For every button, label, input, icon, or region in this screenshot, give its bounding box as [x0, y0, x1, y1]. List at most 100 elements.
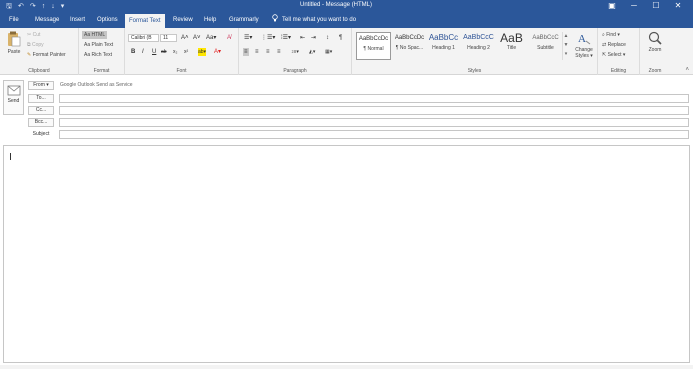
- shading-button[interactable]: ◭▾: [309, 48, 315, 56]
- save-icon[interactable]: 🖫: [6, 1, 12, 12]
- minimize-icon[interactable]: ─: [623, 0, 645, 13]
- style-no-spacing[interactable]: AaBbCcDc ¶ No Spac...: [392, 32, 427, 60]
- tab-options[interactable]: Options: [97, 13, 118, 28]
- tab-help[interactable]: Help: [204, 13, 216, 28]
- gallery-more-icon[interactable]: ▾: [563, 50, 569, 59]
- status-strip: [0, 365, 693, 369]
- justify-button[interactable]: ≡: [277, 48, 281, 56]
- style-title-preview: AaB: [500, 32, 523, 44]
- multilevel-list-button[interactable]: ⁞☰▾: [281, 34, 291, 42]
- send-label: Send: [7, 98, 20, 104]
- style-subtitle[interactable]: AaBbCcC Subtitle: [528, 32, 563, 60]
- tab-file[interactable]: File: [9, 13, 19, 28]
- style-normal-name: ¶ Normal: [363, 46, 384, 52]
- show-marks-button[interactable]: ¶: [339, 34, 342, 42]
- style-heading-2-preview: AaBbCcC: [463, 34, 494, 41]
- grow-font-button[interactable]: A˄: [181, 34, 189, 42]
- paste-label: Paste: [7, 49, 21, 55]
- increase-indent-button[interactable]: ⇥: [311, 34, 316, 42]
- tab-insert[interactable]: Insert: [70, 13, 85, 28]
- underline-button[interactable]: U: [152, 48, 156, 56]
- find-label: Find ▾: [606, 32, 620, 38]
- shrink-font-button[interactable]: A˅: [193, 34, 201, 42]
- customize-qat-icon[interactable]: ▾: [61, 1, 65, 12]
- font-group-label: Font: [176, 68, 187, 74]
- style-heading-2[interactable]: AaBbCcC Heading 2: [461, 32, 496, 60]
- send-icon: [7, 85, 20, 96]
- editing-group-label: Editing: [610, 68, 627, 74]
- style-heading-1[interactable]: AaBbCc Heading 1: [426, 32, 461, 60]
- line-spacing-button[interactable]: ↕≡▾: [291, 48, 299, 56]
- clear-formatting-button[interactable]: A̸: [227, 34, 231, 42]
- change-case-button[interactable]: Aa▾: [206, 34, 216, 42]
- arrow-down-icon[interactable]: ↓: [51, 1, 55, 12]
- paste-icon: [8, 31, 21, 47]
- sort-button[interactable]: ↕: [326, 34, 329, 42]
- change-styles-button[interactable]: A Change Styles ▾: [571, 31, 597, 59]
- message-body[interactable]: [3, 145, 690, 363]
- font-name-combo[interactable]: Calibri (B: [128, 34, 159, 42]
- tab-message[interactable]: Message: [35, 13, 59, 28]
- redo-icon[interactable]: ↷: [30, 1, 36, 12]
- decrease-indent-button[interactable]: ⇤: [300, 34, 305, 42]
- undo-icon[interactable]: ↶: [18, 1, 24, 12]
- bold-button[interactable]: B: [131, 48, 135, 56]
- font-color-button[interactable]: A▾: [214, 48, 221, 56]
- plain-text-button[interactable]: Aa Plain Text: [84, 41, 113, 49]
- maximize-icon[interactable]: ☐: [645, 0, 667, 13]
- tell-me-text: Tell me what you want to do: [282, 17, 357, 23]
- select-button[interactable]: ⇱ Select ▾: [602, 51, 625, 59]
- to-button[interactable]: To...: [28, 94, 54, 103]
- tab-grammarly[interactable]: Grammarly: [229, 13, 259, 28]
- bcc-button[interactable]: Bcc...: [28, 118, 54, 127]
- font-group: Calibri (B 11 A˄ A˅ Aa▾ A̸ B I U ab x₂ x…: [125, 28, 239, 75]
- bcc-field[interactable]: [59, 118, 689, 127]
- gallery-up-icon[interactable]: ▲: [563, 32, 569, 41]
- styles-gallery-scroll[interactable]: ▲ ▼ ▾: [562, 32, 569, 60]
- subscript-button[interactable]: x₂: [173, 48, 177, 56]
- collapse-ribbon-icon[interactable]: ˄: [685, 67, 689, 73]
- style-no-spacing-name: ¶ No Spac...: [395, 45, 424, 51]
- format-painter-button[interactable]: ✎ Format Painter: [27, 51, 66, 59]
- subject-field[interactable]: [59, 130, 689, 139]
- paragraph-group-label: Paragraph: [283, 68, 307, 74]
- rich-text-button[interactable]: Aa Rich Text: [84, 51, 112, 59]
- cc-field[interactable]: [59, 106, 689, 115]
- to-field[interactable]: [59, 94, 689, 103]
- font-size-combo[interactable]: 11: [160, 34, 177, 42]
- paste-button[interactable]: Paste: [4, 31, 24, 55]
- arrow-up-icon[interactable]: ↑: [42, 1, 46, 12]
- bullets-button[interactable]: ☰▾: [244, 34, 252, 42]
- align-left-button[interactable]: ≡: [243, 48, 249, 56]
- align-center-button[interactable]: ≡: [255, 48, 259, 56]
- close-icon[interactable]: ✕: [667, 0, 689, 13]
- tab-review[interactable]: Review: [173, 13, 193, 28]
- cut-button[interactable]: ✂ Cut: [27, 31, 40, 39]
- style-title-name: Title: [506, 45, 517, 51]
- highlight-button[interactable]: ab▾: [198, 48, 207, 56]
- svg-text:A: A: [578, 33, 586, 45]
- ribbon-tabs: File Message Insert Options Format Text …: [0, 13, 693, 28]
- superscript-button[interactable]: x²: [184, 48, 188, 56]
- find-button[interactable]: ⌕ Find ▾: [602, 31, 620, 39]
- replace-button[interactable]: ⇄ Replace: [602, 41, 626, 49]
- zoom-button[interactable]: Zoom: [643, 31, 667, 53]
- style-normal[interactable]: AaBbCcDc ¶ Normal: [356, 32, 391, 60]
- copy-button[interactable]: ⧉ Copy: [27, 41, 44, 49]
- tab-format-text[interactable]: Format Text: [125, 14, 165, 28]
- html-format-button[interactable]: Aa HTML: [82, 31, 108, 39]
- style-title[interactable]: AaB Title: [494, 32, 529, 60]
- gallery-down-icon[interactable]: ▼: [563, 41, 569, 50]
- numbering-button[interactable]: ⋮☰▾: [261, 34, 275, 42]
- align-right-button[interactable]: ≡: [266, 48, 270, 56]
- italic-button[interactable]: I: [142, 48, 144, 56]
- ribbon: Paste ✂ Cut ⧉ Copy ✎ Format Painter Clip…: [0, 28, 693, 75]
- zoom-group: Zoom Zoom: [640, 28, 670, 75]
- strikethrough-button[interactable]: ab: [161, 48, 167, 56]
- tell-me-box[interactable]: Tell me what you want to do: [272, 13, 356, 28]
- from-button[interactable]: From ▾: [28, 81, 54, 90]
- send-button[interactable]: Send: [3, 80, 24, 115]
- ribbon-display-options-icon[interactable]: ▣: [601, 0, 623, 13]
- borders-button[interactable]: ▦▾: [325, 48, 332, 56]
- cc-button[interactable]: Cc...: [28, 106, 54, 115]
